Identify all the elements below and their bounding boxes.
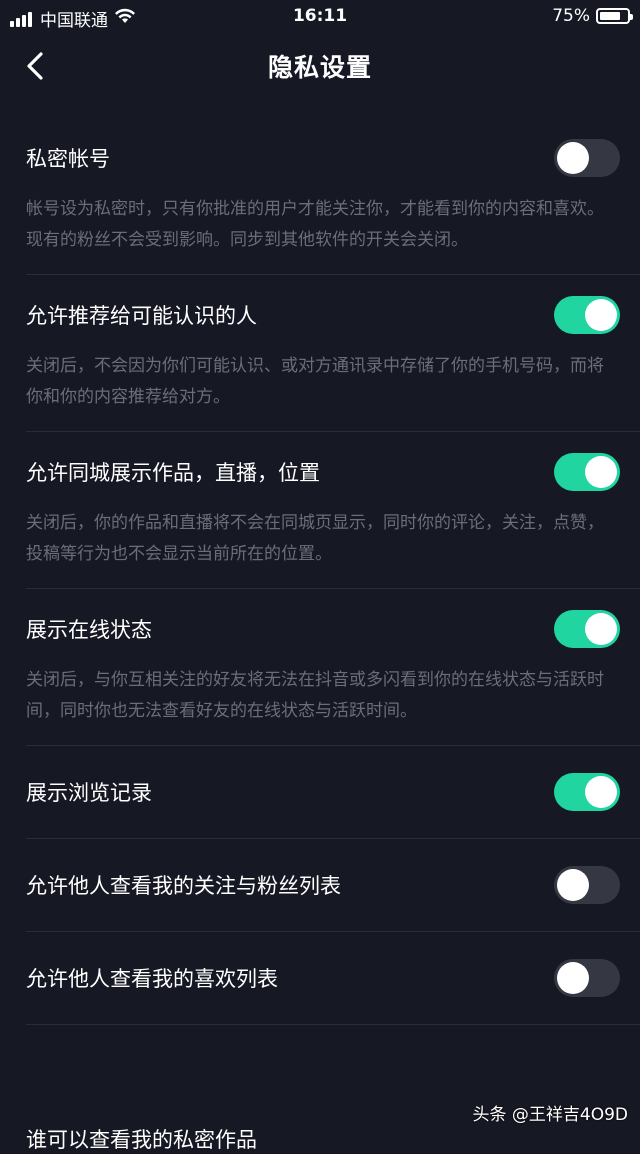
setting-description: 帐号设为私密时，只有你批准的用户才能关注你，才能看到你的内容和喜欢。现有的粉丝不…: [26, 199, 604, 250]
battery-percent: 75%: [552, 6, 590, 26]
setting-item: 允许他人查看我的喜欢列表: [0, 932, 640, 1024]
setting-toggle[interactable]: [554, 959, 620, 997]
setting-row: 展示在线状态: [26, 589, 620, 669]
page-title: 隐私设置: [267, 53, 372, 82]
setting-toggle[interactable]: [554, 773, 620, 811]
setting-toggle[interactable]: [554, 139, 620, 177]
setting-toggle[interactable]: [554, 610, 620, 648]
toggle-knob: [585, 613, 617, 645]
toggle-knob: [557, 962, 589, 994]
toggle-knob: [585, 776, 617, 808]
setting-toggle[interactable]: [554, 453, 620, 491]
setting-row: 私密帐号: [26, 118, 620, 198]
status-time: 16:11: [292, 6, 348, 26]
setting-row: 允许他人查看我的喜欢列表: [26, 932, 620, 1024]
toggle-knob: [585, 299, 617, 331]
setting-row: 允许同城展示作品，直播，位置: [26, 432, 620, 512]
setting-item: 允许同城展示作品，直播，位置关闭后，你的作品和直播将不会在同城页显示，同时你的评…: [0, 432, 640, 588]
setting-item: 允许推荐给可能认识的人关闭后，不会因为你们可能认识、或对方通讯录中存储了你的手机…: [0, 275, 640, 431]
toggle-knob: [557, 869, 589, 901]
setting-label: 允许他人查看我的喜欢列表: [26, 967, 278, 991]
divider: [26, 1024, 640, 1025]
nav-bar: 隐私设置: [0, 34, 640, 98]
setting-description: 关闭后，与你互相关注的好友将无法在抖音或多闪看到你的在线状态与活跃时间，同时你也…: [26, 670, 604, 721]
setting-item: 私密帐号帐号设为私密时，只有你批准的用户才能关注你，才能看到你的内容和喜欢。现有…: [0, 118, 640, 274]
setting-row: 展示浏览记录: [26, 746, 620, 838]
setting-label: 展示在线状态: [26, 618, 152, 642]
setting-label: 允许他人查看我的关注与粉丝列表: [26, 874, 341, 898]
toggle-knob: [557, 142, 589, 174]
setting-item: 展示浏览记录: [0, 746, 640, 838]
setting-toggle[interactable]: [554, 866, 620, 904]
battery-fill: [600, 12, 620, 20]
setting-toggle[interactable]: [554, 296, 620, 334]
setting-item: 允许他人查看我的关注与粉丝列表: [0, 839, 640, 931]
watermark: 头条 @王祥吉4O9D: [472, 1105, 628, 1125]
setting-label: 允许同城展示作品，直播，位置: [26, 461, 320, 485]
settings-list: 私密帐号帐号设为私密时，只有你批准的用户才能关注你，才能看到你的内容和喜欢。现有…: [0, 118, 640, 1025]
setting-row: 允许推荐给可能认识的人: [26, 275, 620, 355]
status-right: 75%: [552, 6, 633, 26]
setting-row: 允许他人查看我的关注与粉丝列表: [26, 839, 620, 931]
status-bar: 中国联通 16:11 75%: [0, 0, 640, 34]
setting-item: 展示在线状态关闭后，与你互相关注的好友将无法在抖音或多闪看到你的在线状态与活跃时…: [0, 589, 640, 745]
setting-label: 展示浏览记录: [26, 781, 152, 805]
toggle-knob: [585, 456, 617, 488]
setting-label: 允许推荐给可能认识的人: [26, 304, 257, 328]
battery-icon: [596, 8, 633, 24]
setting-description: 关闭后，不会因为你们可能认识、或对方通讯录中存储了你的手机号码，而将你和你的内容…: [26, 356, 604, 407]
setting-label: 私密帐号: [26, 147, 110, 171]
setting-description: 关闭后，你的作品和直播将不会在同城页显示，同时你的评论，关注，点赞，投稿等行为也…: [26, 513, 604, 564]
partial-setting-label: 谁可以查看我的私密作品: [26, 1128, 257, 1152]
